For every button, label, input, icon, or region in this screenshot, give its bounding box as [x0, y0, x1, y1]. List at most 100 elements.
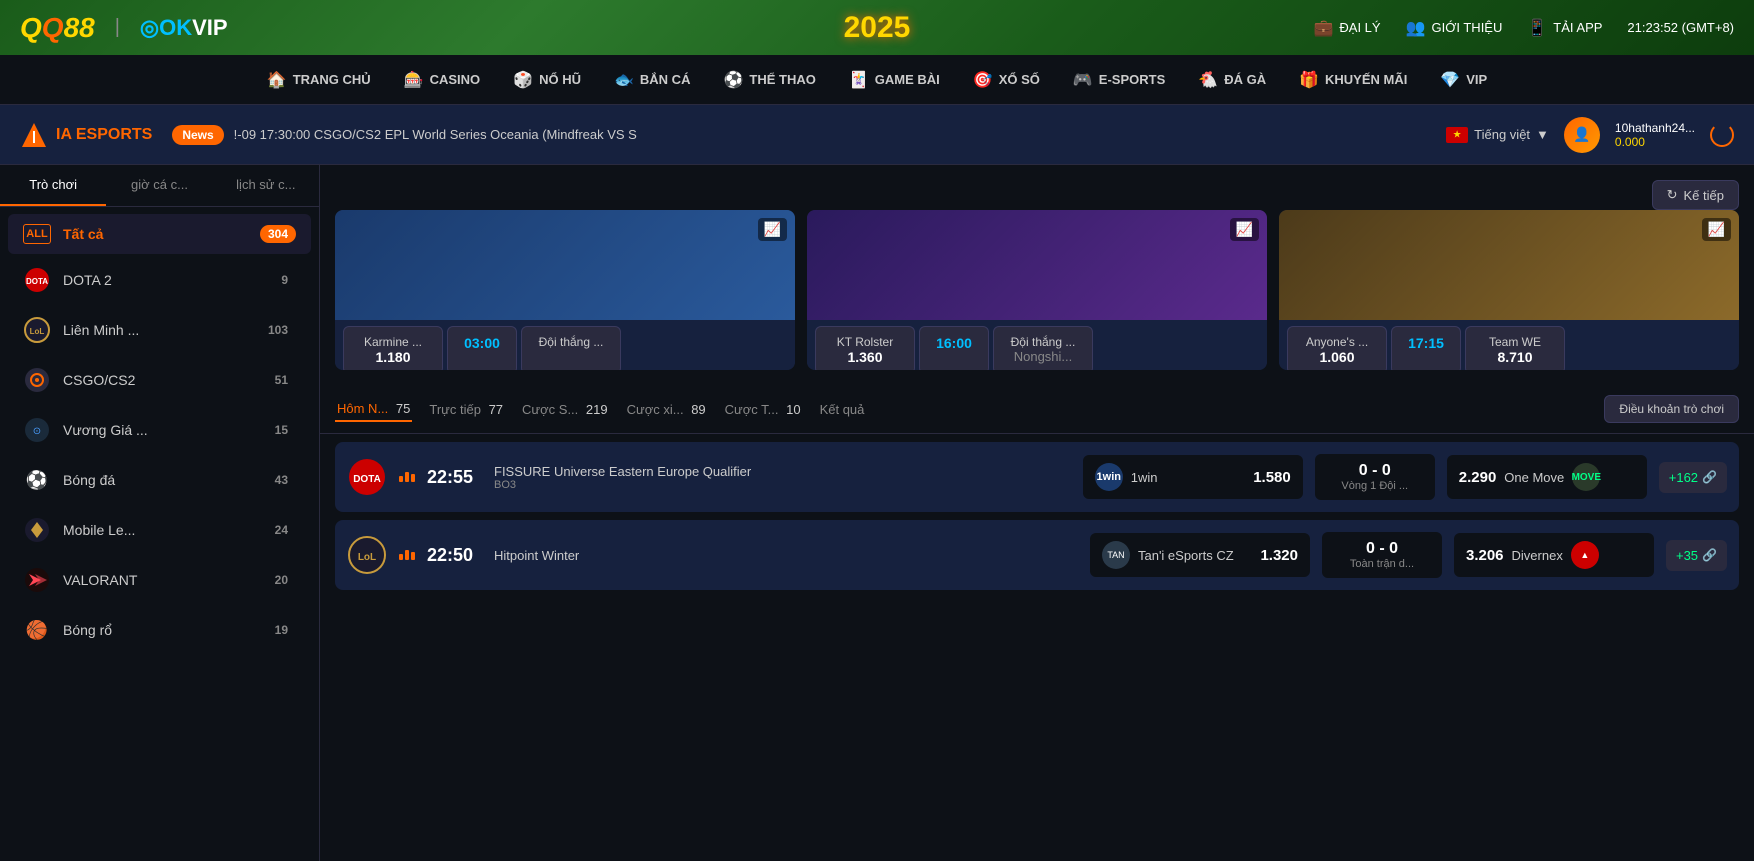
filter-ket-qua[interactable]: Kết quả — [818, 398, 867, 421]
tai-app-link[interactable]: 📱 TẢI APP — [1527, 18, 1602, 38]
card2-time-btn[interactable]: 16:00 — [919, 326, 989, 370]
sidebar-item-bong-da[interactable]: ⚽ Bóng đá 43 — [8, 456, 311, 504]
game-bai-icon: 🃏 — [849, 70, 869, 90]
sidebar-item-mobile-le[interactable]: Mobile Le... 24 — [8, 506, 311, 554]
gioi-thieu-link[interactable]: 👥 GIỚI THIỆU — [1406, 18, 1503, 38]
filter-cuoc-xi[interactable]: Cược xi... 89 — [625, 398, 708, 421]
news-text: !-09 17:30:00 CSGO/CS2 EPL World Series … — [234, 127, 637, 142]
nav-khuyen-mai[interactable]: 🎁 KHUYẾN MÃI — [1285, 62, 1421, 98]
match2-team1-odds: 1.320 — [1260, 547, 1298, 564]
avatar[interactable]: 👤 — [1564, 117, 1600, 153]
match1-bar-row — [399, 472, 415, 482]
dai-ly-icon: 💼 — [1313, 18, 1333, 38]
match1-details: FISSURE Universe Eastern Europe Qualifie… — [494, 464, 1071, 491]
no-hu-label: NỔ HŨ — [539, 72, 581, 87]
nav-game-bai[interactable]: 🃏 GAME BÀI — [835, 62, 954, 98]
sidebar-item-lol[interactable]: LoL Liên Minh ... 103 — [8, 306, 311, 354]
match-list-item-2: LoL 22:50 Hitpoint Winter — [335, 520, 1739, 590]
filter-hom-nay[interactable]: Hôm N... 75 — [335, 397, 412, 422]
language-selector[interactable]: Tiếng việt ▼ — [1446, 127, 1549, 143]
filter-truc-tiep[interactable]: Trực tiếp 77 — [427, 398, 505, 421]
card3-team2-btn[interactable]: Team WE 8.710 — [1465, 326, 1565, 370]
bong-da-count: 43 — [267, 471, 296, 489]
ia-esports-logo: IA ESPORTS — [20, 121, 152, 149]
match1-header: DOTA 22:55 FISSURE Universe Eastern Euro… — [347, 454, 1727, 500]
sidebar: Trò chơi giờ cá c... lịch sử c... ALL Tấ… — [0, 165, 320, 861]
card2-team1-name: KT Rolster — [828, 335, 902, 349]
filter-cuoc-xi-count: 89 — [691, 402, 705, 417]
language-text: Tiếng việt — [1474, 127, 1530, 142]
csgo-label: CSGO/CS2 — [63, 372, 135, 388]
tab-tro-choi[interactable]: Trò chơi — [0, 165, 106, 206]
match2-team1-bet[interactable]: TAN Tan'i eSports CZ 1.320 — [1090, 533, 1310, 577]
sidebar-item-vuong-gia[interactable]: ⊙ Vương Giá ... 15 — [8, 406, 311, 454]
no-hu-icon: 🎲 — [513, 70, 533, 90]
card3-team1-btn[interactable]: Anyone's ... 1.060 — [1287, 326, 1387, 370]
vuong-gia-left: ⊙ Vương Giá ... — [23, 416, 148, 444]
bar1 — [399, 476, 403, 482]
chevron-down-icon: ▼ — [1536, 127, 1549, 142]
match1-team1-bet[interactable]: 1win 1win 1.580 — [1083, 455, 1303, 499]
match1-game-icon: DOTA — [347, 457, 387, 497]
match1-team2-bet[interactable]: 2.290 One Move MOVE — [1447, 455, 1647, 499]
match2-team2-logo: ▲ — [1571, 541, 1599, 569]
terms-button[interactable]: Điều khoản trò chơi — [1604, 395, 1739, 423]
match2-team2-bet[interactable]: 3.206 Divernex ▲ — [1454, 533, 1654, 577]
gioi-thieu-label: GIỚI THIỆU — [1432, 20, 1503, 35]
tab-lich-su[interactable]: lịch sử c... — [213, 165, 319, 206]
nav-e-sports[interactable]: 🎮 E-SPORTS — [1059, 62, 1179, 98]
match1-format: BO3 — [494, 479, 1071, 491]
nav-the-thao[interactable]: ⚽ THỂ THAO — [709, 62, 829, 98]
external-link-icon: 🔗 — [1702, 470, 1717, 484]
sidebar-item-dota2[interactable]: DOTA DOTA 2 9 — [8, 256, 311, 304]
card2-team2-btn[interactable]: Đội thắng ... Nongshi... — [993, 326, 1093, 370]
bar6 — [411, 552, 415, 560]
card1-team1-btn[interactable]: Karmine ... 1.180 — [343, 326, 443, 370]
nav-vip[interactable]: 💎 VIP — [1426, 62, 1501, 98]
sidebar-item-bong-ro[interactable]: 🏀 Bóng rổ 19 — [8, 606, 311, 654]
card3-time-btn[interactable]: 17:15 — [1391, 326, 1461, 370]
match2-team2-name: Divernex — [1512, 548, 1563, 563]
match1-score-label: Vòng 1 Đội ... — [1327, 480, 1423, 492]
nav-casino[interactable]: 🎰 CASINO — [390, 62, 494, 98]
nav-xo-so[interactable]: 🎯 XỔ SỐ — [959, 62, 1054, 98]
match1-more-bets[interactable]: +162 🔗 — [1659, 462, 1727, 493]
logo-divider: | — [115, 16, 120, 39]
khuyen-mai-label: KHUYẾN MÃI — [1325, 72, 1407, 87]
content-area: ↻ Kế tiếp 📈 Karmine ... 1.180 03:0 — [320, 165, 1754, 861]
card1-team2-btn[interactable]: Đội thắng ... — [521, 326, 621, 370]
trend-icon-2: 📈 — [1230, 218, 1259, 241]
next-button[interactable]: ↻ Kế tiếp — [1652, 180, 1739, 210]
sidebar-item-csgo[interactable]: CSGO/CS2 51 — [8, 356, 311, 404]
match2-more-bets[interactable]: +35 🔗 — [1666, 540, 1727, 571]
nav-trang-chu[interactable]: 🏠 TRANG CHỦ — [253, 62, 385, 98]
tab-gio-ca-cuoc[interactable]: giờ cá c... — [106, 165, 212, 206]
nav-da-ga[interactable]: 🐔 ĐÁ GÀ — [1184, 62, 1280, 98]
mobile-le-left: Mobile Le... — [23, 516, 135, 544]
sidebar-item-all-label: Tất cả — [63, 226, 103, 242]
trend-icon-3: 📈 — [1702, 218, 1731, 241]
refresh-icon: ↻ — [1667, 187, 1678, 203]
card2-banner: 📈 — [807, 210, 1267, 320]
sidebar-item-valorant[interactable]: VALORANT 20 — [8, 556, 311, 604]
card1-banner: 📈 — [335, 210, 795, 320]
nav-ban-ca[interactable]: 🐟 BẮN CÁ — [600, 62, 704, 98]
card1-time: 03:00 — [460, 335, 504, 351]
card2-team1-btn[interactable]: KT Rolster 1.360 — [815, 326, 915, 370]
dai-ly-link[interactable]: 💼 ĐẠI LÝ — [1313, 18, 1380, 38]
filter-cuoc-s[interactable]: Cược S... 219 — [520, 398, 610, 421]
match1-tournament: FISSURE Universe Eastern Europe Qualifie… — [494, 464, 1071, 479]
nav-no-hu[interactable]: 🎲 NỔ HŨ — [499, 62, 595, 98]
card3-team1-odds: 1.060 — [1300, 349, 1374, 365]
vip-label: VIP — [1466, 72, 1487, 87]
match1-score: 0 - 0 — [1327, 462, 1423, 480]
svg-text:⊙: ⊙ — [33, 426, 41, 437]
vuong-gia-count: 15 — [267, 421, 296, 439]
match2-score-block: 0 - 0 Toàn trận d... — [1322, 532, 1442, 578]
top-banner-left: QQ88 | ◎OKVIP — [20, 12, 228, 44]
match2-game-icon: LoL — [347, 535, 387, 575]
card1-time-btn[interactable]: 03:00 — [447, 326, 517, 370]
bar5 — [405, 550, 409, 560]
sidebar-item-all[interactable]: ALL Tất cả 304 — [8, 214, 311, 254]
filter-cuoc-t[interactable]: Cược T... 10 — [723, 398, 803, 421]
